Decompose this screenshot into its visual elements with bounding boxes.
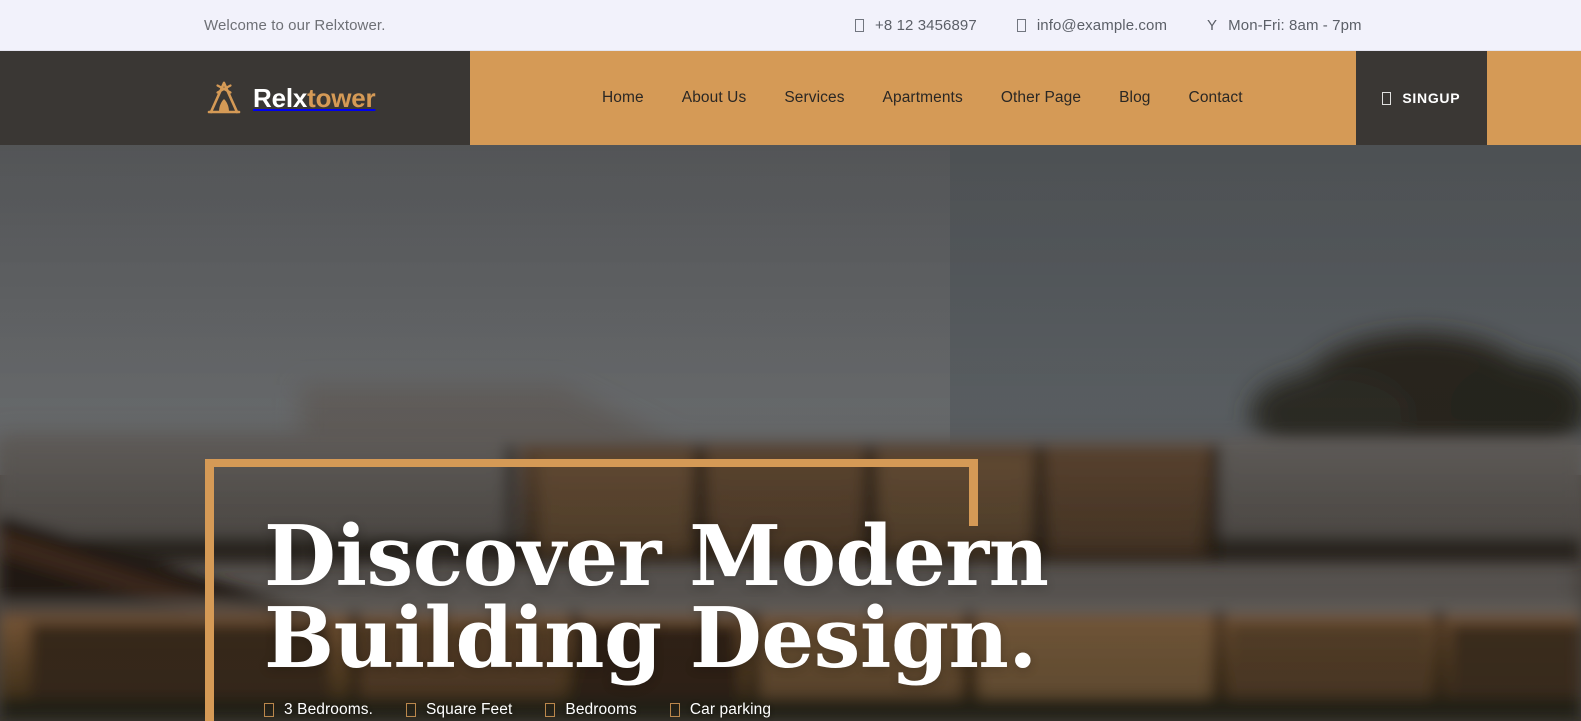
header-logo-panel: Relxtower (0, 51, 470, 145)
clock-icon: Y (1207, 16, 1218, 34)
topbar-contact-group: +8 12 3456897 info@example.com Y Mon-Fri… (855, 17, 1362, 34)
hero-feature-label: 3 Bedrooms. (284, 701, 373, 719)
topbar-email-text: info@example.com (1036, 16, 1168, 34)
site-header: Relxtower Home About Us Services Apartme… (0, 51, 1581, 145)
site-logo[interactable]: Relxtower (205, 81, 376, 115)
logo-wordmark: Relxtower (253, 82, 376, 114)
hero-feature-label: Bedrooms (565, 701, 637, 719)
hero-heading: Discover Modern Building Design. (264, 515, 1264, 680)
user-icon (1382, 91, 1392, 105)
topbar-hours-text: Mon-Fri: 8am - 7pm (1228, 16, 1362, 34)
hero-feature-car-parking: Car parking (669, 701, 772, 719)
frame-top-edge (205, 459, 978, 467)
nav-item-other-page[interactable]: Other Page (982, 89, 1100, 107)
hero-feature-label: Car parking (689, 701, 772, 719)
tent-logo-icon (207, 81, 241, 114)
hero-feature-square-feet: Square Feet (405, 701, 513, 719)
topbar-hours: Y Mon-Fri: 8am - 7pm (1207, 17, 1362, 34)
nav-item-services[interactable]: Services (765, 89, 863, 107)
logo-text-primary: Relx (253, 82, 308, 113)
hero-feature-bedrooms-count: 3 Bedrooms. (264, 701, 373, 719)
phone-icon (855, 18, 864, 32)
welcome-message: Welcome to our Relxtower. (204, 16, 386, 34)
nav-item-apartments[interactable]: Apartments (864, 89, 982, 107)
nav-item-home[interactable]: Home (583, 89, 663, 107)
hero-content: Discover Modern Building Design. 3 Bedro… (264, 515, 1264, 721)
area-icon (405, 703, 416, 718)
nav-item-blog[interactable]: Blog (1100, 89, 1169, 107)
signup-button-label: SINGUP (1402, 90, 1461, 106)
header-accent-filler (1486, 51, 1581, 145)
hero-feature-list: 3 Bedrooms. Square Feet Bedrooms Car par… (264, 701, 1264, 719)
nav-item-contact[interactable]: Contact (1170, 89, 1262, 107)
hero-feature-label: Square Feet (425, 701, 513, 719)
bed-icon (545, 703, 556, 718)
logo-text-accent: tower (307, 82, 376, 113)
car-icon (669, 703, 680, 718)
topbar-email[interactable]: info@example.com (1016, 16, 1168, 34)
topbar-phone-text: +8 12 3456897 (875, 16, 977, 34)
topbar-phone[interactable]: +8 12 3456897 (855, 17, 977, 34)
nav-item-about-us[interactable]: About Us (663, 89, 766, 107)
bed-icon (264, 703, 274, 718)
frame-left-edge (205, 459, 214, 721)
signup-button[interactable]: SINGUP (1355, 51, 1487, 145)
envelope-icon (1016, 18, 1026, 32)
main-navigation: Home About Us Services Apartments Other … (470, 51, 1356, 145)
hero-feature-bedrooms: Bedrooms (545, 701, 637, 719)
hero-section: Discover Modern Building Design. 3 Bedro… (0, 145, 1581, 721)
hero-heading-line-2: Building Design. (264, 589, 1037, 688)
top-utility-bar: Welcome to our Relxtower. +8 12 3456897 … (0, 0, 1581, 51)
